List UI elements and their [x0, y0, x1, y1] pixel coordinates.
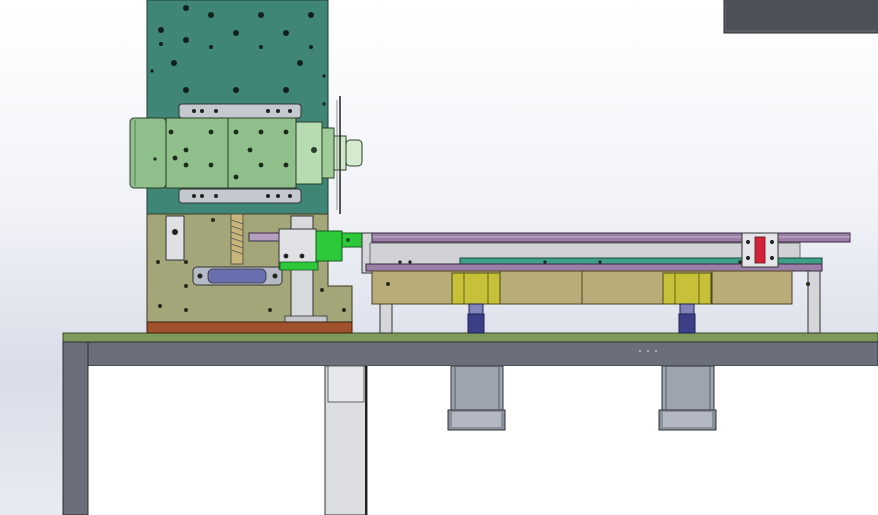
stepper-motor-icon: [658, 365, 717, 431]
rail-carriage: [741, 232, 779, 268]
table-top: [62, 332, 878, 343]
frame-beam: [62, 341, 878, 367]
stepper-motor-icon: [447, 365, 506, 431]
base-block: [146, 321, 353, 334]
cad-viewport[interactable]: [0, 0, 878, 515]
bearing-block-right: [662, 272, 712, 334]
motor-icon: [129, 117, 363, 189]
bearing-block-left: [451, 272, 501, 334]
frame-leg-left: [62, 341, 89, 515]
assembly-drawing: [62, 0, 878, 515]
guide-housing: [371, 270, 810, 305]
mount-plate: [146, 213, 353, 323]
